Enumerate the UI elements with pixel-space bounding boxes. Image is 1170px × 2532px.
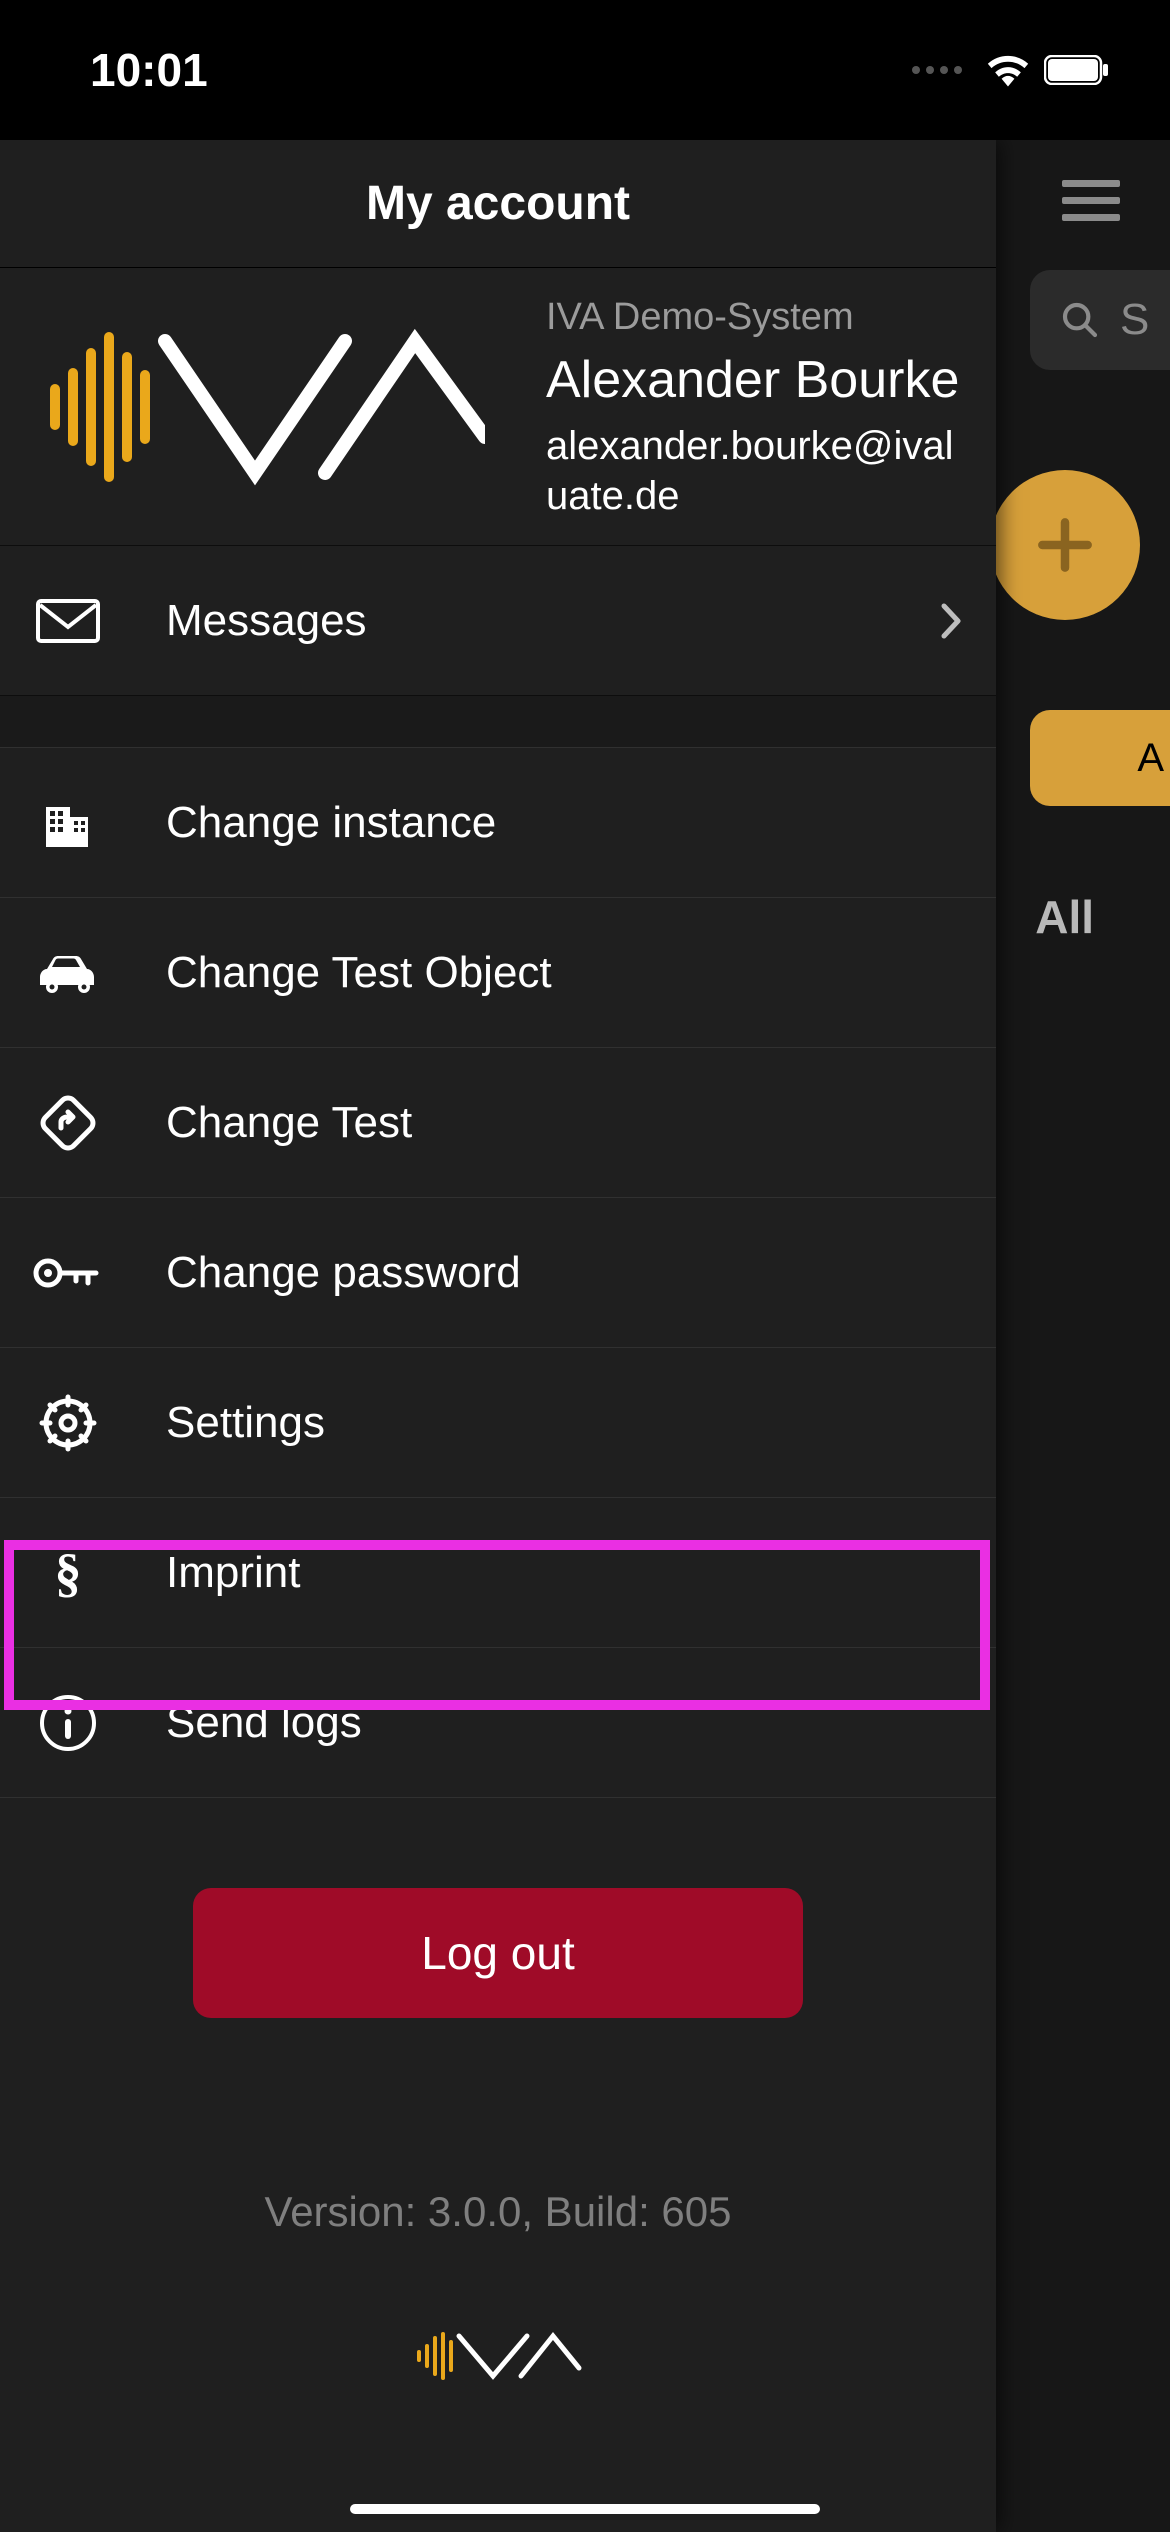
logout-button[interactable]: Log out	[193, 1888, 803, 2018]
info-icon	[30, 1693, 106, 1753]
user-email: alexander.bourke@ivaluate.de	[546, 421, 966, 521]
filter-pill[interactable]: A	[1030, 710, 1170, 806]
menu-item-label: Imprint	[166, 1548, 300, 1598]
building-icon	[30, 795, 106, 851]
menu-icon[interactable]	[1062, 180, 1120, 221]
cellular-dots-icon	[912, 66, 962, 74]
menu-item-label: Change instance	[166, 798, 496, 848]
search-placeholder: S	[1120, 295, 1149, 345]
menu-item-change-test-object[interactable]: Change Test Object	[0, 898, 996, 1048]
menu-item-label: Change Test Object	[166, 948, 552, 998]
menu-item-change-instance[interactable]: Change instance	[0, 748, 996, 898]
account-drawer: My account IVA D	[0, 140, 996, 2532]
add-button[interactable]	[990, 470, 1140, 620]
home-indicator	[350, 2504, 820, 2514]
search-input[interactable]: S	[1030, 270, 1170, 370]
status-bar: 10:01	[0, 0, 1170, 140]
section-label-all: All	[1035, 890, 1094, 944]
app-logo	[30, 292, 500, 521]
key-icon	[30, 1255, 106, 1291]
menu-item-change-test[interactable]: Change Test	[0, 1048, 996, 1198]
user-name: Alexander Bourke	[546, 349, 966, 411]
menu-item-send-logs[interactable]: Send logs	[0, 1648, 996, 1798]
menu-item-label: Change Test	[166, 1098, 412, 1148]
route-icon	[30, 1093, 106, 1153]
menu-item-messages[interactable]: Messages	[0, 546, 996, 696]
wifi-icon	[986, 53, 1030, 87]
menu-item-label: Messages	[166, 596, 367, 646]
menu-item-label: Settings	[166, 1398, 325, 1448]
section-sign-icon: §	[30, 1542, 106, 1604]
version-label: Version: 3.0.0, Build: 605	[0, 2188, 996, 2236]
menu-item-label: Send logs	[166, 1698, 362, 1748]
menu-item-settings[interactable]: Settings	[0, 1348, 996, 1498]
footer-logo	[0, 2326, 996, 2386]
car-icon	[30, 951, 106, 995]
profile-card: IVA Demo-System Alexander Bourke alexand…	[0, 268, 996, 546]
chevron-right-icon	[940, 602, 962, 640]
drawer-header: My account	[0, 140, 996, 268]
status-time: 10:01	[90, 43, 208, 97]
menu-item-label: Change password	[166, 1248, 521, 1298]
battery-icon	[1044, 55, 1110, 85]
page-title: My account	[366, 176, 630, 231]
plus-icon	[1031, 511, 1099, 579]
menu-item-change-password[interactable]: Change password	[0, 1198, 996, 1348]
mail-icon	[30, 599, 106, 643]
menu-item-imprint[interactable]: § Imprint	[0, 1498, 996, 1648]
gear-icon	[30, 1393, 106, 1453]
search-icon	[1060, 300, 1100, 340]
system-label: IVA Demo-System	[546, 296, 966, 339]
